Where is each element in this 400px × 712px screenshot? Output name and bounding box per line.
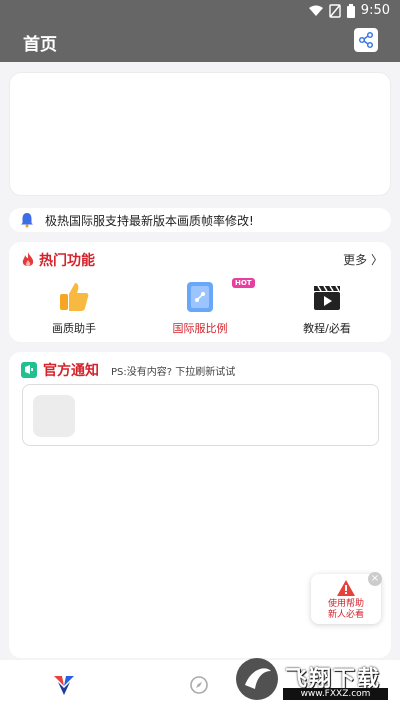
share-icon [358, 31, 374, 49]
no-sim-icon [329, 3, 341, 18]
refresh-hint: PS:没有内容? 下拉刷新试试 [111, 366, 236, 378]
feature-label: 国际服比例 [172, 322, 228, 335]
watermark-logo: 飞翔下载 www.FXXZ.com [235, 655, 390, 703]
brand-logo-icon [54, 676, 74, 695]
nav-discover[interactable] [188, 674, 214, 700]
thumbs-up-icon [57, 280, 91, 314]
compass-icon [190, 676, 208, 694]
help-line-1: 使用帮助 [327, 599, 364, 609]
notice-post-item[interactable] [22, 384, 379, 446]
status-bar: 9:50 [0, 0, 400, 24]
close-icon[interactable]: × [368, 572, 382, 586]
hot-functions-header: 热门功能 [21, 250, 95, 270]
app-bar: 首页 [0, 24, 400, 62]
feature-label: 画质助手 [52, 322, 96, 335]
help-float-button[interactable]: × 使用帮助 新人必看 [311, 572, 382, 624]
flame-icon [22, 252, 34, 267]
more-label: 更多 [343, 253, 368, 267]
announcement-icon [21, 362, 37, 378]
more-link[interactable]: 更多 〉 [343, 251, 383, 268]
hot-badge: HOT [232, 278, 255, 288]
watermark-url: www.FXXZ.com [283, 688, 388, 700]
page-title: 首页 [23, 35, 57, 55]
warning-icon [337, 580, 355, 596]
nav-home[interactable] [52, 674, 82, 700]
ratio-phone-icon [183, 280, 217, 314]
status-time: 9:50 [360, 3, 390, 18]
post-thumbnail [33, 395, 75, 437]
battery-icon [346, 3, 355, 18]
feature-label: 教程/必看 [303, 322, 351, 335]
feature-tutorial[interactable]: 教程/必看 [267, 280, 387, 336]
hot-functions-title: 热门功能 [39, 253, 95, 269]
hot-functions-card: 热门功能 更多 〉 画质助手 国际服比例 HOT 教程/必看 [9, 242, 391, 342]
chevron-right-icon: 〉 [370, 253, 383, 267]
feature-quality-assistant[interactable]: 画质助手 [14, 280, 134, 336]
notice-bar[interactable]: 极热国际服支持最新版本画质帧率修改! [9, 208, 391, 232]
bell-icon [21, 213, 33, 228]
banner-carousel[interactable] [9, 72, 391, 196]
official-notice-title: 官方通知 [43, 363, 99, 379]
official-notice-header: 官方通知 PS:没有内容? 下拉刷新试试 [21, 360, 235, 380]
wifi-icon [308, 5, 323, 16]
notice-text: 极热国际服支持最新版本画质帧率修改! [45, 213, 254, 228]
help-line-2: 新人必看 [327, 610, 364, 620]
feature-intl-ratio[interactable]: 国际服比例 [140, 280, 260, 336]
clapperboard-icon [310, 280, 344, 314]
share-button[interactable] [354, 28, 378, 52]
